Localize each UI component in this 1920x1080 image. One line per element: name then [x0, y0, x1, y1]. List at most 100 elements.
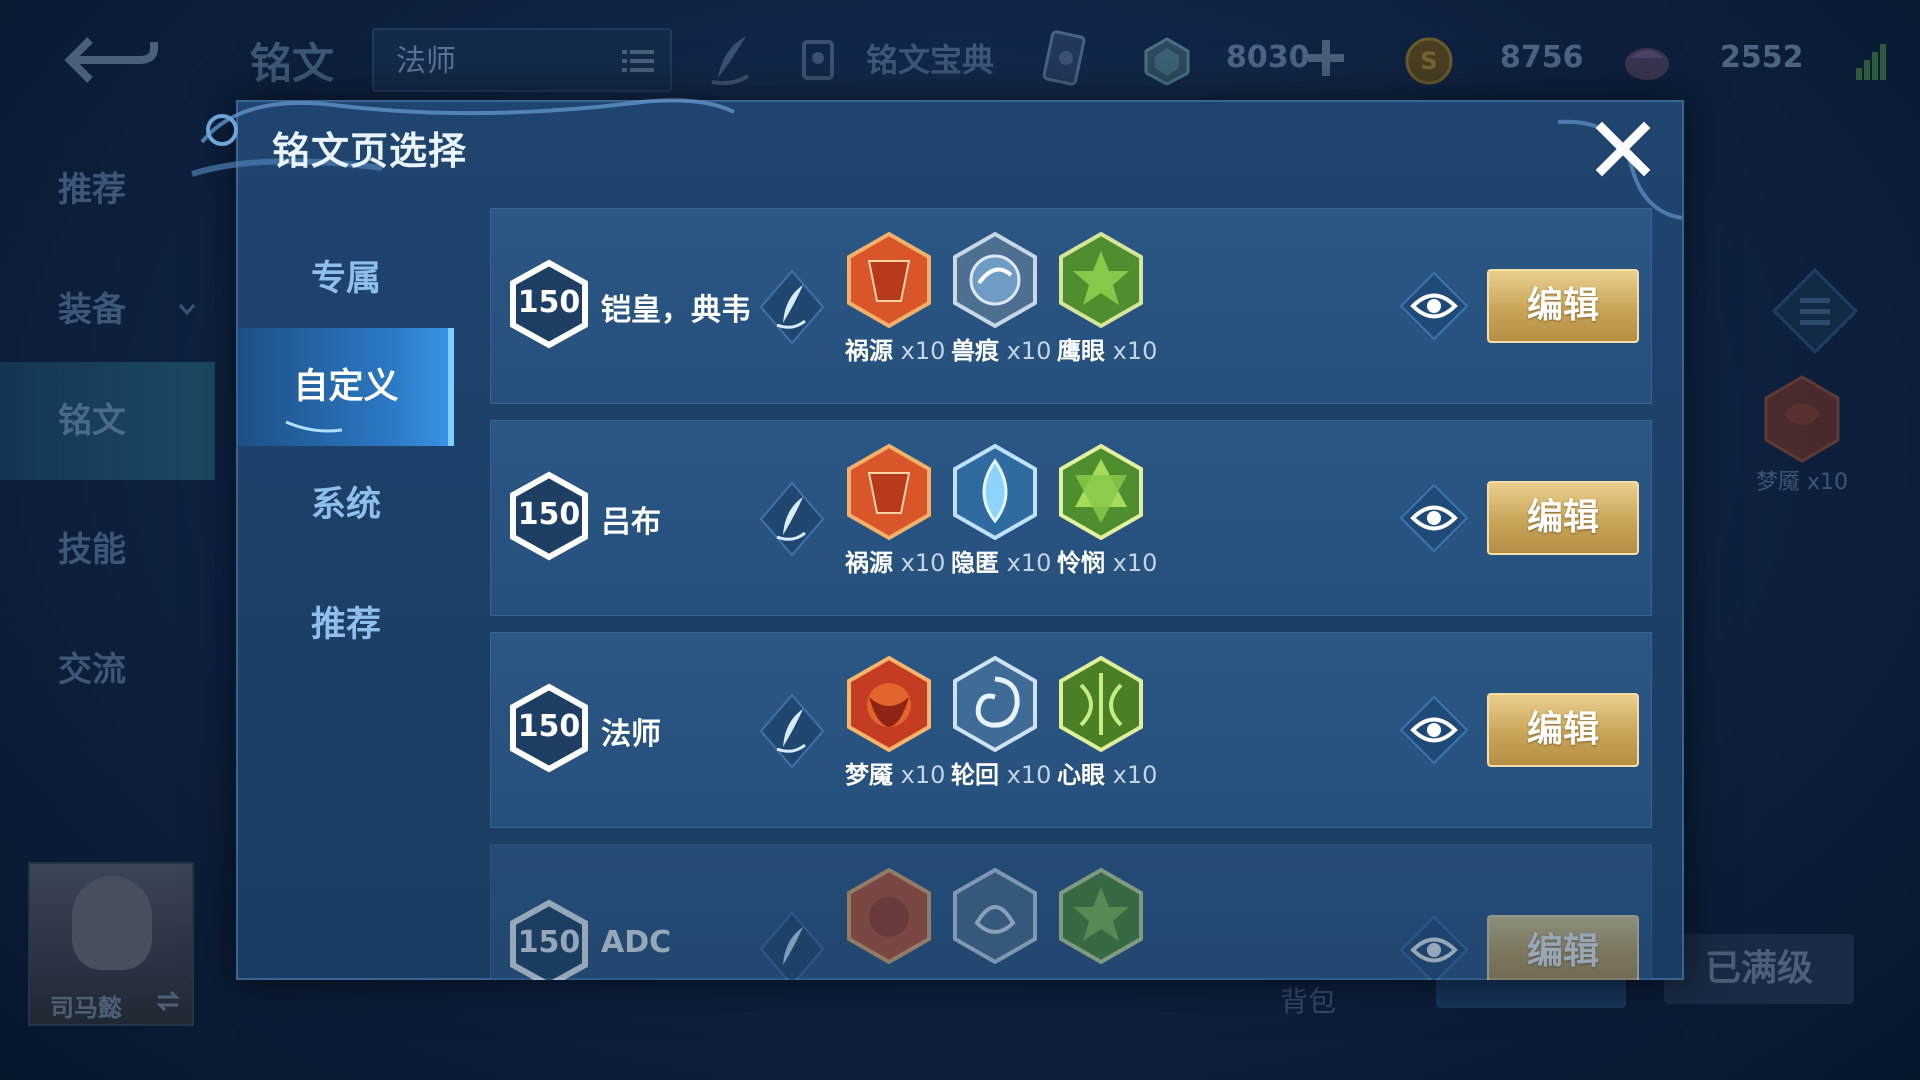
rune-icon-xinyan — [1059, 655, 1143, 753]
hero-name: 司马懿 — [50, 994, 122, 1022]
rename-quill-icon[interactable] — [759, 481, 825, 557]
nightmare-rune-icon — [1764, 375, 1840, 463]
edit-button[interactable]: 编辑 — [1487, 481, 1639, 555]
rune-page-level: 150 — [517, 709, 581, 744]
swap-hero-icon[interactable] — [156, 990, 180, 1012]
side-nav-item-skills[interactable]: 技能 — [0, 500, 215, 600]
rune-label: 轮回 x10 — [951, 755, 1051, 790]
rune-page-level: 150 — [517, 285, 581, 320]
rune-count: x10 — [1006, 761, 1052, 789]
rune-page-row[interactable]: 150 ADC 编辑 — [490, 844, 1652, 980]
tab-system[interactable]: 系统 — [238, 446, 454, 564]
eye-icon[interactable] — [1399, 695, 1469, 765]
rune-count: x10 — [900, 337, 946, 365]
rune-count: x10 — [900, 761, 946, 789]
close-icon[interactable] — [1592, 118, 1654, 180]
rune-label: 梦魇 x10 — [845, 755, 945, 790]
rune-codex-label: 铭文宝典 — [866, 41, 995, 79]
rune-page-name: ADC — [601, 925, 672, 960]
rune-icon-huoyuan — [847, 443, 931, 541]
rune-icon-yinni — [953, 443, 1037, 541]
rune-label: 心眼 x10 — [1057, 755, 1157, 790]
tab-custom-label: 自定义 — [293, 367, 399, 407]
rune-page-level: 150 — [517, 925, 581, 960]
rune-name: 心眼 — [1057, 761, 1105, 789]
rune-label: 祸源 x10 — [845, 543, 945, 578]
rune-icon-lunhui — [953, 655, 1037, 753]
rune-name: 祸源 — [845, 549, 893, 577]
tab-highlight-streak — [285, 420, 343, 433]
rune-page-list[interactable]: 150 铠皇，典韦 祸源 x10 兽痕 x10 鹰眼 x10 编辑 150 吕布… — [490, 208, 1652, 980]
tab-exclusive[interactable]: 专属 — [238, 220, 454, 338]
side-nav-item-label: 装备 — [58, 290, 126, 330]
rune-label: 鹰眼 x10 — [1057, 331, 1157, 366]
rune-icon-blue — [953, 867, 1037, 965]
rune-name: 鹰眼 — [1057, 337, 1105, 365]
rune-count: x10 — [1006, 549, 1052, 577]
list-icon — [622, 50, 654, 72]
tab-custom[interactable]: 自定义 — [238, 328, 454, 446]
gold-value: 8756 — [1500, 40, 1584, 75]
diamond-value: 8030 — [1226, 40, 1310, 75]
rune-count: x10 — [1112, 761, 1158, 789]
rune-icon-yingyan — [1059, 231, 1143, 329]
rune-label: 怜悯 x10 — [1057, 543, 1157, 578]
rune-page-name: 吕布 — [601, 505, 661, 540]
rune-page-name: 铠皇，典韦 — [601, 293, 751, 328]
chevron-down-icon — [178, 304, 196, 316]
eye-icon[interactable] — [1399, 915, 1469, 980]
rune-name: 怜悯 — [1057, 549, 1105, 577]
rename-quill-icon[interactable] — [759, 911, 825, 980]
rune-label: 隐匿 x10 — [951, 543, 1051, 578]
add-currency-icon[interactable] — [1306, 38, 1346, 78]
rune-page-row[interactable]: 150 铠皇，典韦 祸源 x10 兽痕 x10 鹰眼 x10 编辑 — [490, 208, 1652, 404]
codex-book-icon — [802, 40, 834, 80]
eye-icon[interactable] — [1399, 483, 1469, 553]
rune-icon-huoyuan — [847, 231, 931, 329]
rune-count: x10 — [1112, 337, 1158, 365]
tab-recommended[interactable]: 推荐 — [238, 566, 454, 684]
rune-page-level: 150 — [517, 497, 581, 532]
rune-icon-red — [847, 867, 931, 965]
rune-count: x10 — [1112, 549, 1158, 577]
rune-card-icon[interactable] — [1036, 28, 1092, 92]
maxed-level-button[interactable]: 已满级 — [1664, 934, 1854, 1004]
gold-coin-icon: S — [1405, 37, 1453, 85]
rune-icon-mengyan — [847, 655, 931, 753]
signal-icon — [1856, 44, 1886, 80]
rune-icon-green — [1059, 867, 1143, 965]
rune-page-select-dialog: 铭文页选择 专属 自定义 系统 推荐 150 铠皇，典韦 祸源 x10 兽痕 x… — [191, 98, 1684, 980]
side-nav-item-community[interactable]: 交流 — [0, 620, 215, 720]
side-nav-item-runes[interactable]: 铭文 — [0, 362, 215, 480]
side-nav-item-equipment[interactable]: 装备 — [0, 260, 215, 360]
dialog-title: 铭文页选择 — [272, 129, 468, 173]
rune-name: 祸源 — [845, 337, 893, 365]
edit-button[interactable]: 编辑 — [1487, 269, 1639, 343]
diamond-icon — [1144, 37, 1190, 86]
bag-label[interactable]: 背包 — [1280, 980, 1336, 1020]
rune-name: 兽痕 — [951, 337, 999, 365]
gem-icon — [1625, 48, 1669, 80]
rune-icon-shouhen — [953, 231, 1037, 329]
rune-page-name: 法师 — [601, 717, 661, 752]
eye-icon[interactable] — [1399, 271, 1469, 341]
back-arrow-icon[interactable] — [60, 30, 160, 90]
rune-label: 祸源 x10 — [845, 331, 945, 366]
hero-portrait — [72, 876, 152, 970]
edit-button[interactable]: 编辑 — [1487, 915, 1639, 980]
rune-icon-lianmin — [1059, 443, 1143, 541]
rune-name: 隐匿 — [951, 549, 999, 577]
rename-quill-icon[interactable] — [759, 693, 825, 769]
rename-quill-icon[interactable] — [702, 30, 758, 90]
rune-page-row[interactable]: 150 法师 梦魇 x10 轮回 x10 心眼 x10 编辑 — [490, 632, 1652, 828]
rune-name: 梦魇 — [845, 761, 893, 789]
rune-count: x10 — [900, 549, 946, 577]
rune-page-selector-value: 法师 — [396, 44, 456, 79]
right-rune-label: 梦魇 x10 — [1756, 470, 1849, 495]
edit-button[interactable]: 编辑 — [1487, 693, 1639, 767]
menu-icon[interactable] — [1770, 266, 1860, 356]
rename-quill-icon[interactable] — [759, 269, 825, 345]
rune-page-row[interactable]: 150 吕布 祸源 x10 隐匿 x10 怜悯 x10 编辑 — [490, 420, 1652, 616]
rune-name: 轮回 — [951, 761, 999, 789]
svg-text:S: S — [1420, 47, 1437, 75]
